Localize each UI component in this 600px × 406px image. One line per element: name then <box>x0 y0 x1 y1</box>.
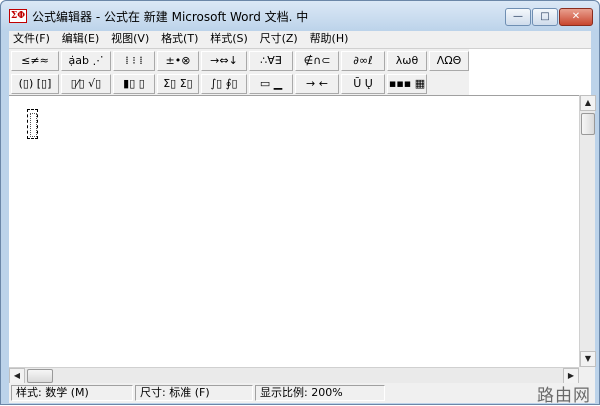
spaces-ellipses-palette[interactable]: ạ̇ab ⋰ <box>61 51 111 71</box>
menu-format[interactable]: 格式(T) <box>157 31 202 49</box>
labeled-arrow-templates-palette[interactable]: → ← <box>295 74 339 94</box>
greek-lowercase-palette[interactable]: λωθ <box>387 51 427 71</box>
embellishments-palette[interactable]: ⁞ ⁝ ⁞ <box>113 51 155 71</box>
status-bar: 样式: 数学 (M) 尺寸: 标准 (F) 显示比例: 200% <box>9 383 595 403</box>
maximize-button[interactable]: □ <box>532 8 558 26</box>
menu-style[interactable]: 样式(S) <box>206 31 252 49</box>
misc-symbols-palette[interactable]: ∂∞ℓ <box>341 51 385 71</box>
logical-symbols-palette[interactable]: ∴∀∃ <box>249 51 293 71</box>
menu-edit[interactable]: 编辑(E) <box>58 31 104 49</box>
subscript-superscript-templates-palette[interactable]: ▮▯ ▯ <box>113 74 155 94</box>
scroll-left-arrow-icon[interactable]: ◀ <box>9 368 25 384</box>
horizontal-scroll-thumb[interactable] <box>27 369 53 383</box>
vertical-scroll-thumb[interactable] <box>581 113 595 135</box>
close-button[interactable]: ✕ <box>559 8 593 26</box>
arrow-symbols-palette[interactable]: →⇔↓ <box>201 51 247 71</box>
fence-templates-palette[interactable]: (▯) [▯] <box>11 74 59 94</box>
status-zoom: 显示比例: 200% <box>255 385 385 401</box>
overbar-underbar-templates-palette[interactable]: ▭ ▁ <box>249 74 293 94</box>
integral-templates-palette[interactable]: ∫▯ ∮▯ <box>201 74 247 94</box>
menu-view[interactable]: 视图(V) <box>107 31 153 49</box>
site-watermark: 路由网 <box>537 386 591 406</box>
symbol-palette-row: ≤≠≈ ạ̇ab ⋰ ⁞ ⁝ ⁞ ±•⊗ →⇔↓ ∴∀∃ ∉∩⊂ ∂∞ℓ λωθ… <box>9 50 469 72</box>
symbol-template-toolbar: ≤≠≈ ạ̇ab ⋰ ⁞ ⁝ ⁞ ±•⊗ →⇔↓ ∴∀∃ ∉∩⊂ ∂∞ℓ λωθ… <box>9 49 469 95</box>
status-style: 样式: 数学 (M) <box>11 385 133 401</box>
greek-uppercase-palette[interactable]: ΛΩΘ <box>429 51 469 71</box>
template-palette-row: (▯) [▯] ▯⁄▯ √▯ ▮▯ ▯ Σ▯ Σ▯ ∫▯ ∮▯ ▭ ▁ → ← … <box>9 73 469 95</box>
menu-bar: 文件(F) 编辑(E) 视图(V) 格式(T) 样式(S) 尺寸(Z) 帮助(H… <box>9 31 591 49</box>
set-theory-symbols-palette[interactable]: ∉∩⊂ <box>295 51 339 71</box>
scroll-down-arrow-icon[interactable]: ▼ <box>580 351 596 367</box>
menu-help[interactable]: 帮助(H) <box>306 31 353 49</box>
empty-equation-slot[interactable] <box>27 109 38 139</box>
operator-symbols-palette[interactable]: ±•⊗ <box>157 51 199 71</box>
minimize-button[interactable]: — <box>505 8 531 26</box>
scroll-up-arrow-icon[interactable]: ▲ <box>580 95 596 111</box>
horizontal-scrollbar[interactable]: ◀ ▶ <box>9 367 579 384</box>
status-size: 尺寸: 标准 (F) <box>135 385 253 401</box>
vertical-scrollbar[interactable]: ▲ ▼ <box>579 95 596 367</box>
summation-templates-palette[interactable]: Σ▯ Σ▯ <box>157 74 199 94</box>
window-title: 公式编辑器 - 公式在 新建 Microsoft Word 文档. 中 <box>32 10 309 24</box>
toolbar-empty-area <box>469 49 591 95</box>
title-bar[interactable]: ΣΦ 公式编辑器 - 公式在 新建 Microsoft Word 文档. 中 —… <box>1 1 599 31</box>
fraction-radical-templates-palette[interactable]: ▯⁄▯ √▯ <box>61 74 111 94</box>
menu-size[interactable]: 尺寸(Z) <box>256 31 302 49</box>
equation-editing-area[interactable] <box>9 95 579 367</box>
matrix-templates-palette[interactable]: ▪▪▪ ▦ <box>387 74 427 94</box>
equation-editor-app-icon: ΣΦ <box>9 9 27 23</box>
menu-file[interactable]: 文件(F) <box>9 31 54 49</box>
relational-symbols-palette[interactable]: ≤≠≈ <box>11 51 59 71</box>
product-set-templates-palette[interactable]: Ū Ų <box>341 74 385 94</box>
equation-editor-window: ΣΦ 公式编辑器 - 公式在 新建 Microsoft Word 文档. 中 —… <box>0 0 600 406</box>
